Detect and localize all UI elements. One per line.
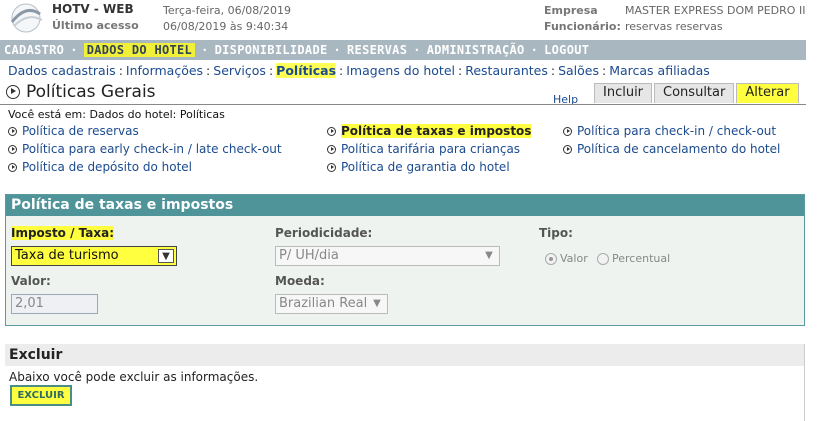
app-name: HOTV - WEB <box>52 2 134 16</box>
page-title: Políticas Gerais <box>6 82 156 102</box>
nav-reservas[interactable]: RESERVAS <box>347 43 407 57</box>
value-label: Valor: <box>11 274 51 288</box>
tax-select[interactable]: Taxa de turismo ▼ <box>11 246 177 266</box>
top-header: HOTV - WEB Último acesso Terça-feira, 06… <box>0 0 818 36</box>
policy-taxas-link[interactable]: Política de taxas e impostos <box>327 124 532 138</box>
breadcrumb: Você está em: Dados do hotel: Políticas <box>8 108 225 121</box>
bullet-arrow-icon <box>563 126 572 136</box>
last-access-date: 06/08/2019 às 9:40:34 <box>163 20 289 33</box>
tab-incluir[interactable]: Incluir <box>594 83 653 103</box>
main-nav: CADASTRO · DADOS DO HOTEL · DISPONIBILID… <box>0 40 806 60</box>
subnav-separator: : <box>118 62 123 78</box>
bullet-arrow-icon <box>8 162 17 172</box>
radio-unselected-icon <box>597 252 609 265</box>
nav-logout[interactable]: LOGOUT <box>544 43 589 57</box>
tab-consultar[interactable]: Consultar <box>654 83 735 103</box>
tax-policy-form: Política de taxas e impostos Imposto / T… <box>5 194 805 326</box>
nav-cadastro[interactable]: CADASTRO <box>4 43 64 57</box>
nav-administracao[interactable]: ADMINISTRAÇÃO <box>427 43 525 57</box>
subnav-politicas[interactable]: Políticas <box>276 62 337 78</box>
bullet-arrow-icon <box>327 162 336 172</box>
delete-button[interactable]: EXCLUIR <box>10 385 72 406</box>
action-tabs: Incluir Consultar Alterar <box>594 83 801 103</box>
chevron-down-icon: ▼ <box>373 298 381 309</box>
subnav-marcas[interactable]: Marcas afiliadas <box>609 63 710 78</box>
period-select-value: P/ UH/dia <box>279 248 339 263</box>
bullet-arrow-icon <box>8 144 17 154</box>
subnav-informacoes[interactable]: Informações <box>126 63 203 78</box>
currency-select[interactable]: Brazilian Real ▼ <box>275 294 388 314</box>
policy-links: Política de reservas Política de taxas e… <box>8 124 808 180</box>
subnav-restaurantes[interactable]: Restaurantes <box>465 63 548 78</box>
bullet-arrow-icon <box>327 126 336 136</box>
value-input[interactable]: 2,01 <box>11 294 98 314</box>
nav-separator: · <box>201 43 209 57</box>
nav-disponibilidade[interactable]: DISPONIBILIDADE <box>215 43 328 57</box>
bullet-arrow-icon <box>563 144 572 154</box>
policy-early-checkin-link[interactable]: Política para early check-in / late chec… <box>8 142 282 156</box>
form-title: Política de taxas e impostos <box>6 195 804 216</box>
subnav-imagens[interactable]: Imagens do hotel <box>346 63 455 78</box>
period-label: Periodicidade: <box>275 226 373 240</box>
subnav-separator: : <box>206 62 211 78</box>
current-date: Terça-feira, 06/08/2019 <box>163 4 292 17</box>
nav-separator: · <box>530 43 539 57</box>
subnav-separator: : <box>602 62 607 78</box>
policy-checkin-link[interactable]: Política para check-in / check-out <box>563 124 776 138</box>
policy-deposito-link[interactable]: Política de depósito do hotel <box>8 160 192 174</box>
chevron-down-icon: ▼ <box>485 250 493 261</box>
company-value: MASTER EXPRESS DOM PEDRO II <box>625 4 806 17</box>
hotv-logo-icon <box>10 3 43 33</box>
chevron-down-icon: ▼ <box>158 249 174 263</box>
employee-label: Funcionário: <box>544 20 621 33</box>
last-access-label: Último acesso <box>52 19 139 32</box>
subnav-separator: : <box>339 62 344 78</box>
type-radio-valor[interactable]: Valor <box>545 252 588 265</box>
tab-alterar[interactable]: Alterar <box>736 83 799 103</box>
employee-value: reservas reservas <box>625 20 723 33</box>
bullet-arrow-icon <box>327 144 336 154</box>
bullet-arrow-icon <box>8 126 17 136</box>
delete-title: Excluir <box>5 344 804 366</box>
type-radio-percentual[interactable]: Percentual <box>597 252 670 265</box>
delete-section: Excluir Abaixo você pode excluir as info… <box>5 344 805 421</box>
period-select[interactable]: P/ UH/dia ▼ <box>275 246 500 266</box>
subnav-saloes[interactable]: Salões <box>558 63 599 78</box>
subnav-dados-cadastrais[interactable]: Dados cadastrais <box>8 63 116 78</box>
nav-separator: · <box>333 43 342 57</box>
nav-separator: · <box>413 43 421 57</box>
page-title-text: Políticas Gerais <box>26 82 156 102</box>
subnav-separator: : <box>550 62 556 78</box>
nav-dados-do-hotel[interactable]: DADOS DO HOTEL <box>83 43 196 57</box>
nav-separator: · <box>70 43 78 57</box>
subnav-separator: : <box>268 62 274 78</box>
company-label: Empresa <box>544 4 598 17</box>
policy-cancelamento-link[interactable]: Política de cancelamento do hotel <box>563 142 780 156</box>
sub-nav: Dados cadastrais : Informações : Serviço… <box>8 61 806 79</box>
policy-criancas-link[interactable]: Política tarifária para crianças <box>327 142 520 156</box>
currency-select-value: Brazilian Real <box>279 296 368 311</box>
tax-select-value: Taxa de turismo <box>15 248 119 263</box>
subnav-servicos[interactable]: Serviços <box>213 63 266 78</box>
policy-reservas-link[interactable]: Política de reservas <box>8 124 139 138</box>
policy-garantia-link[interactable]: Política de garantia do hotel <box>327 160 510 174</box>
tax-label: Imposto / Taxa: <box>11 226 115 240</box>
type-label: Tipo: <box>539 226 573 240</box>
tab-divider <box>0 104 806 105</box>
subnav-separator: : <box>458 62 463 78</box>
radio-selected-icon <box>545 252 557 265</box>
play-circle-icon <box>6 85 20 99</box>
delete-description: Abaixo você pode excluir as informações. <box>9 370 259 384</box>
currency-label: Moeda: <box>275 274 325 288</box>
